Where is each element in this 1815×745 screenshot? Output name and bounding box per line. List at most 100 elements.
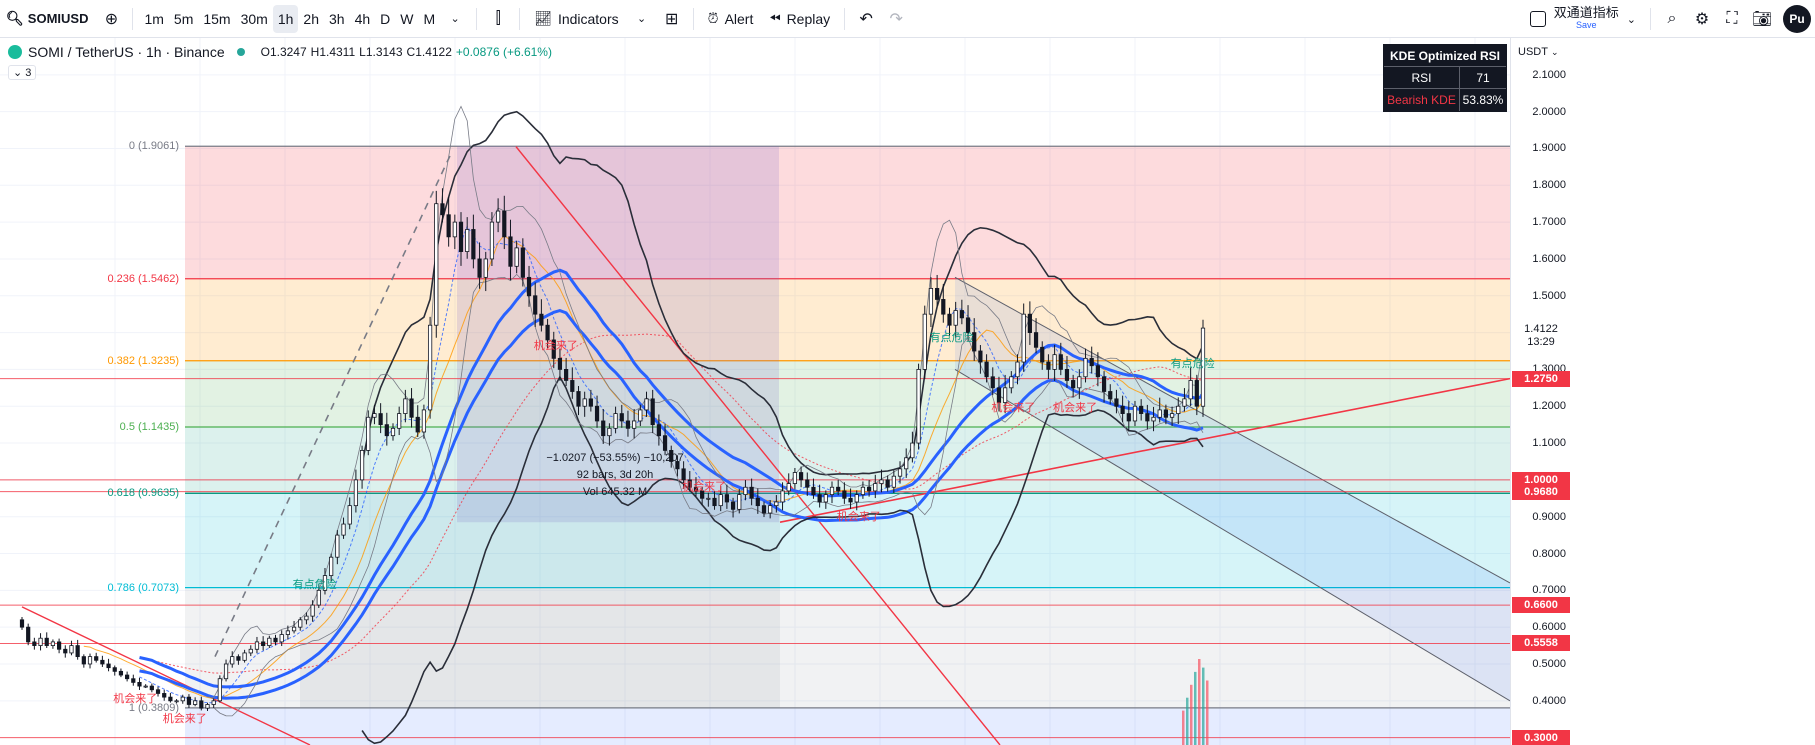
candle [19,617,25,630]
alert-button[interactable]: ⏰︎ Alert [700,4,762,34]
timeframe-m-button[interactable]: M [418,5,440,33]
candle [100,655,105,667]
measure-line-1: −1.0207 (−53.55%) −10,207 [546,452,684,464]
legend-change: +0.0876 (+6.61%) [455,45,552,59]
candle-body [267,637,272,646]
price-scale[interactable]: 2.1000 2.0000 1.9000 1.8000 1.7000 1.6000 1.50… [1510,38,1572,745]
candle-body [644,398,649,411]
indicators-collapse-button[interactable]: ⌄ 3 [8,65,37,80]
snapshot-button[interactable]: 📷︎ [1747,4,1777,34]
candle-body [730,501,736,510]
candle-body [656,424,661,437]
candle-body [353,479,358,507]
kde-row-bearish: Bearish KDE 53.83% [1384,89,1506,111]
price-tick-label: 1.5000 [1532,289,1566,302]
gear-icon: ⚙︎ [1694,11,1710,28]
timeframe-more-button[interactable]: ⌄ [440,4,470,34]
candle [922,305,927,379]
layout-save: Save [1576,20,1597,30]
candle [366,410,371,456]
kde-rsi-table: KDE Optimized RSI RSI 71 Bearish KDE 53.… [1383,44,1507,112]
candle-body [1163,409,1169,418]
layout-selector[interactable]: 双通道指标 Save ⌄ [1522,6,1644,32]
redo-button[interactable]: ↷ [881,4,911,34]
candle-body [1021,313,1026,363]
symbol-search[interactable]: 🔍︎ SOMIUSD [0,0,96,37]
horizontal-line-price-tag: 0.6600 [1512,597,1570,614]
fib-level-label: 0.618 (0.9635) [107,487,179,500]
candle-body [366,416,371,451]
candle-body [1139,405,1144,414]
candle-body [279,634,284,643]
timeframe-d-button[interactable]: D [375,5,395,33]
volume-bar [1206,680,1209,745]
search-icon: 🔍︎ [6,10,24,26]
timeframe-group: 1m 5m 15m 30m 1h 2h 3h 4h D W M [139,0,440,37]
kde-table-title: KDE Optimized RSI [1384,45,1506,67]
chart-type-button[interactable]: ⫿ [483,4,513,34]
measure-line-2: 92 bars, 3d 20h [576,469,654,481]
fullscreen-icon: ⛶ [1726,10,1738,27]
indicators-button[interactable]: 📈︎ Indicators [526,4,626,34]
divider [476,7,478,30]
candle-body [390,427,396,437]
currency-button[interactable]: USDT ⌄ [1512,44,1565,60]
candle-body [452,221,457,238]
volume-bar [1194,671,1197,745]
timeframe-4h-button[interactable]: 4h [350,5,376,33]
candle-body [922,313,927,370]
layout-name-block: 双通道指标 Save [1554,6,1619,32]
legend-high: H1.4311 [310,45,356,59]
signal-label: 机会来了 [836,510,881,523]
candle-body [662,435,668,451]
fib-level-label: 0.382 (1.3235) [107,354,179,367]
price-tick-label: 0.5000 [1532,657,1566,670]
candle-body [582,398,587,407]
timeframe-2h-button[interactable]: 2h [298,5,324,33]
indicators-icon: 📈︎ [534,10,552,26]
candle-body [440,203,445,216]
quick-search-button[interactable]: ⌕ [1657,4,1687,34]
price-tick-label: 0.8000 [1532,547,1566,560]
timeframe-5m-button[interactable]: 5m [169,5,198,33]
signal-label: 机会来了 [162,713,207,726]
candle-body [186,696,192,705]
candle-body [1040,346,1045,363]
indicators-more-button[interactable]: ⌄ [627,4,657,34]
timeframe-w-button[interactable]: W [395,5,418,33]
timeframe-30m-button[interactable]: 30m [236,5,273,33]
candle-body [891,475,896,488]
candle-body [786,483,791,492]
timeframe-3h-button[interactable]: 3h [324,5,350,33]
fullscreen-button[interactable]: ⛶ [1717,4,1747,34]
fib-level-label: 0 (1.9061) [128,140,179,153]
replay-button[interactable]: ⏪︎ Replay [761,4,838,34]
candle-body [928,287,934,315]
price-chart[interactable] [0,38,1510,745]
timeframe-15m-button[interactable]: 15m [198,5,235,33]
candle-body [19,619,25,628]
candle-body [434,203,439,326]
candle [81,654,86,668]
candle-body [471,229,476,260]
candle-body [1120,405,1125,414]
candle-body [1114,398,1119,407]
undo-button[interactable]: ↶ [851,4,881,34]
candle [434,190,439,338]
timeframe-1h-button[interactable]: 1h [272,4,299,33]
signal-label: 机会来了 [991,402,1036,415]
compare-add-button[interactable]: ⊕ [96,4,126,34]
price-tick-label: 1.9000 [1532,142,1566,155]
publish-button[interactable]: Pu [1783,5,1811,33]
chart-area[interactable]: SOMI / TetherUS · 1h · Binance O1.3247 H… [0,38,1815,745]
fib-level-label: 0.236 (1.5462) [107,272,179,285]
timeframe-1m-button[interactable]: 1m [139,5,168,33]
candle-body [458,221,464,252]
legend-open: O1.3247 [260,45,307,59]
templates-button[interactable]: ⊞ [657,4,687,34]
measure-tooltip: −1.0207 (−53.55%) −10,207 92 bars, 3d 20… [540,450,690,501]
candle-body [335,534,340,558]
settings-button[interactable]: ⚙︎ [1687,4,1717,34]
bar-countdown: 13:29 [1527,336,1555,349]
signal-label: 有点危险 [292,578,337,591]
